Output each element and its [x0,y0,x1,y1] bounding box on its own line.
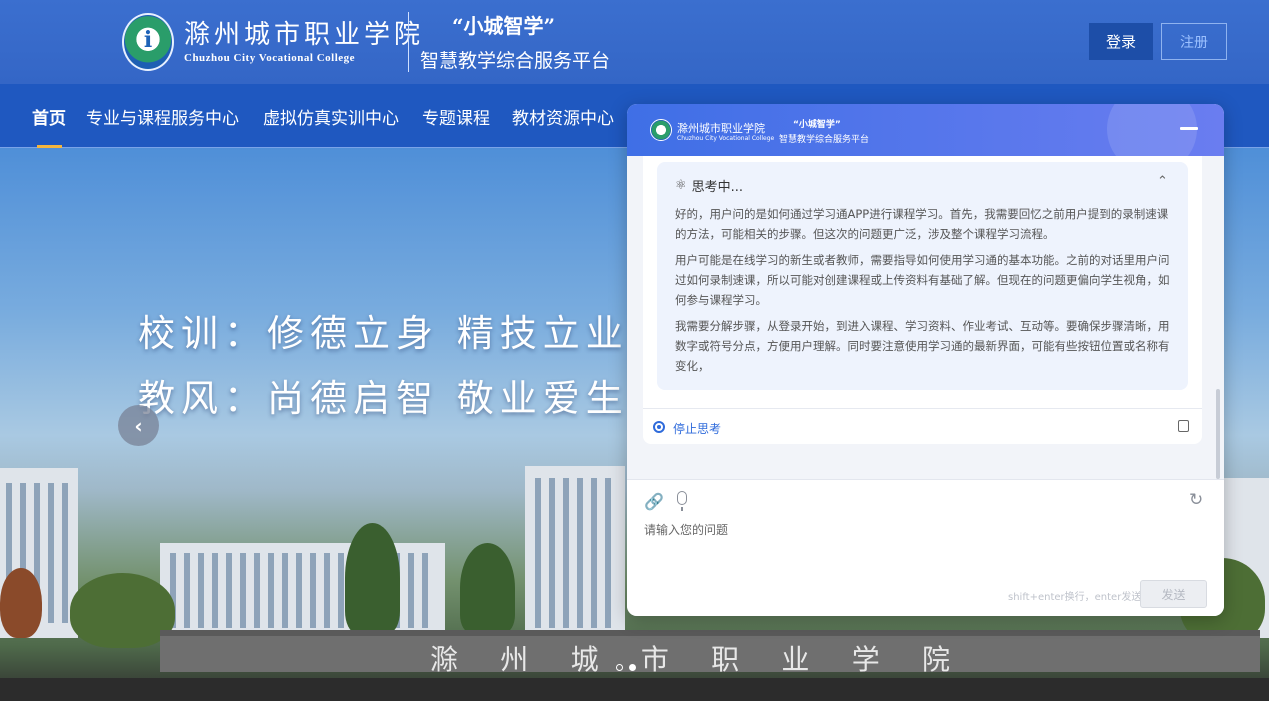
chevron-up-icon[interactable]: ⌃ [1157,174,1168,189]
ai-chat-panel: 滁州城市职业学院 Chuzhou City Vocational College… [627,104,1224,616]
chat-slogan: “小城智学” [793,120,841,130]
site-header: i 滁州城市职业学院 Chuzhou City Vocational Colle… [0,0,1269,84]
carousel-prev-button[interactable]: ‹ [118,405,159,446]
send-hint: shift+enter换行，enter发送 [1008,592,1142,603]
chat-header: 滁州城市职业学院 Chuzhou City Vocational College… [627,104,1224,174]
platform-name: 智慧教学综合服务平台 [420,50,611,72]
thinking-paragraph: 好的，用户问的是如何通过学习通APP进行课程学习。首先，我需要回忆之前用户提到的… [675,207,1169,241]
minimize-icon[interactable] [1180,127,1198,130]
carousel-dot[interactable] [616,664,623,671]
tree [460,543,515,633]
nav-item-home[interactable]: 首页 [32,104,66,129]
assistant-message: ⚛ 思考中... ⌃ 好的，用户问的是如何通过学习通APP进行课程学习。首先，我… [643,156,1202,444]
headset-icon[interactable]: ↻ [1189,490,1203,510]
chat-logo [650,119,672,141]
nav-item-virtual-training[interactable]: 虚拟仿真实训中心 [263,104,399,129]
carousel-dot-active[interactable] [629,664,636,671]
stop-thinking-row: 停止思考 [643,408,1202,444]
microphone-icon[interactable] [677,491,687,511]
thinking-panel: ⚛ 思考中... ⌃ 好的，用户问的是如何通过学习通APP进行课程学习。首先，我… [657,162,1188,390]
thinking-paragraph: 用户可能是在线学习的新生或者教师，需要指导如何使用学习通的基本功能。之前的对话里… [675,253,1170,307]
chat-college-name: 滁州城市职业学院 [677,122,765,135]
stop-icon[interactable] [653,421,665,433]
link-icon[interactable]: 🔗 [644,492,664,511]
chat-input-area: 🔗 ↻ 请输入您的问题 shift+enter换行，enter发送 发送 [627,479,1224,616]
school-motto: 校训：修德立身 精技立业 [138,312,629,355]
college-name-cn: 滁州城市职业学院 [184,20,425,50]
send-button[interactable]: 发送 [1140,580,1207,608]
nav-item-textbook-resources[interactable]: 教材资源中心 [512,104,614,129]
chevron-left-icon: ‹ [134,413,143,438]
thinking-header[interactable]: ⚛ 思考中... [675,176,743,195]
copy-icon[interactable] [1178,420,1189,432]
nav-item-topic-courses[interactable]: 专题课程 [422,104,490,129]
nav-item-course-center[interactable]: 专业与课程服务中心 [86,104,239,129]
login-button[interactable]: 登录 [1089,23,1153,60]
college-name-en: Chuzhou City Vocational College [184,52,356,64]
header-divider [408,12,409,72]
stop-thinking-button[interactable]: 停止思考 [673,420,721,437]
thinking-paragraph: 我需要分解步骤，从登录开始，到进入课程、学习资料、作业考试、互动等。要确保步骤清… [675,319,1170,373]
college-logo: i [122,13,174,71]
platform-slogan: “小城智学” [452,14,556,38]
chat-scrollbar[interactable] [1216,389,1220,479]
building-tower-windows [535,478,615,628]
question-input[interactable]: 请输入您的问题 [644,521,728,538]
thinking-label: 思考中... [691,180,744,195]
gate-wall-lettering: 滁 州 城 市 职 业 学 院 [430,643,950,676]
teaching-motto: 教风：尚德启智 敬业爱生 [138,377,629,420]
chat-platform-name: 智慧教学综合服务平台 [779,135,870,145]
thinking-icon: ⚛ [675,178,687,193]
carousel-dots [616,664,636,671]
tree-autumn [0,568,42,638]
ground [0,678,1269,701]
tree [345,523,400,633]
register-button[interactable]: 注册 [1161,23,1227,60]
chat-college-name-en: Chuzhou City Vocational College [677,135,775,142]
